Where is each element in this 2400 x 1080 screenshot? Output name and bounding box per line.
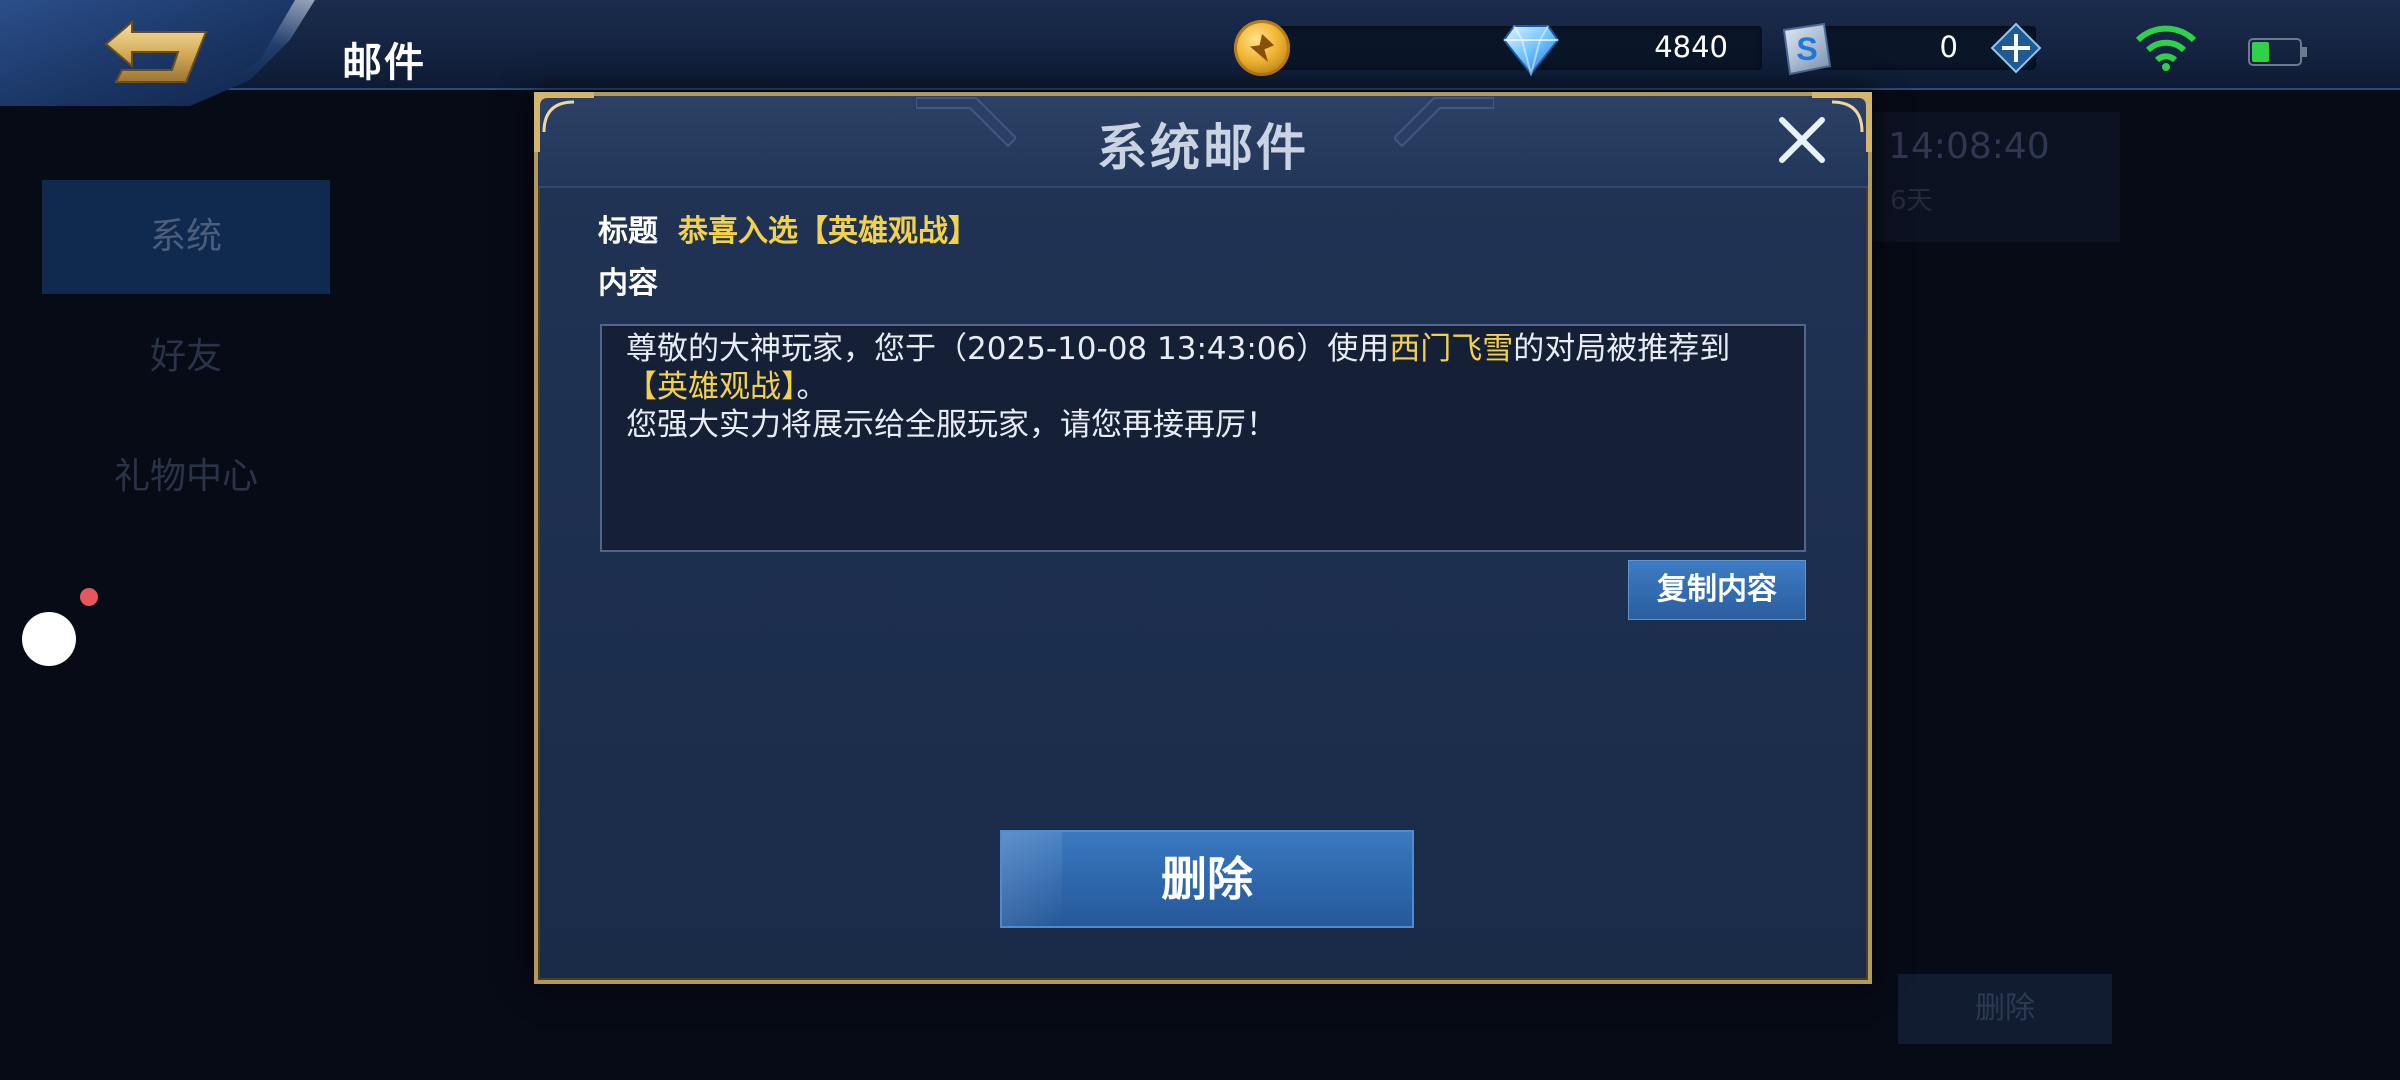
back-button[interactable]: [102, 18, 212, 88]
hero-name: 西门飞雪: [1389, 331, 1514, 367]
content-part-2: 的对局被推荐到: [1513, 331, 1731, 367]
subject-label: 标题: [598, 214, 658, 249]
diamond-icon: [1502, 25, 1560, 76]
frame-corner-left: [534, 92, 594, 152]
svg-text:S: S: [1796, 31, 1817, 67]
back-arrow-icon: [104, 19, 208, 83]
wifi-icon: [2135, 25, 2197, 71]
content-highlight: 【英雄观战】: [626, 369, 797, 405]
sidebar-item-gift-center[interactable]: 礼物中心: [42, 420, 330, 534]
notification-dot: [80, 588, 98, 606]
mail-content-box: 尊敬的大神玩家，您于（2025-10-08 13:43:06）使用西门飞雪的对局…: [600, 324, 1806, 552]
ticket-amount: 0: [1939, 30, 1958, 64]
content-part-1: 尊敬的大神玩家，您于（2025-10-08 13:43:06）使用: [626, 331, 1390, 367]
background-delete-button[interactable]: 删除: [1898, 974, 2112, 1044]
close-button[interactable]: [1774, 112, 1830, 168]
diamond-currency: 4840: [1502, 20, 1762, 76]
close-icon: [1779, 117, 1825, 163]
diamond-amount: 4840: [1654, 30, 1728, 64]
delete-button[interactable]: 删除: [1000, 830, 1414, 928]
mail-expiry: 6天: [1890, 186, 1933, 216]
system-mail-dialog: 系统邮件 标题 恭喜入选【英雄观战】 内容 尊敬的大神玩家，您于（2025-10…: [534, 92, 1872, 984]
ticket-currency: S 0: [1776, 20, 2036, 76]
sidebar-item-friends[interactable]: 好友: [42, 300, 330, 414]
add-currency-button[interactable]: [1990, 22, 2042, 74]
plus-icon: [1990, 22, 2042, 74]
floating-assistant-ball[interactable]: [22, 612, 76, 666]
battery-icon: [2248, 38, 2307, 66]
top-bar: 邮件 73938 4840: [0, 0, 2400, 106]
page-title: 邮件: [342, 40, 426, 86]
content-part-3: 。: [796, 369, 828, 405]
dialog-header: 系统邮件: [538, 96, 1868, 188]
dialog-title: 系统邮件: [1097, 119, 1309, 177]
copy-content-button[interactable]: 复制内容: [1628, 560, 1806, 620]
content-line-2: 您强大实力将展示给全服玩家，请您再接再厉！: [626, 407, 1277, 443]
subject-value: 恭喜入选【英雄观战】: [678, 214, 978, 249]
sidebar-item-system[interactable]: 系统: [42, 180, 330, 294]
ticket-icon: S: [1782, 22, 1832, 76]
content-label: 内容: [598, 266, 658, 301]
gold-coin-icon: [1234, 20, 1290, 76]
mail-time: 14:08:40: [1888, 126, 2050, 167]
mail-content-text: 尊敬的大神玩家，您于（2025-10-08 13:43:06）使用西门飞雪的对局…: [626, 330, 1780, 444]
